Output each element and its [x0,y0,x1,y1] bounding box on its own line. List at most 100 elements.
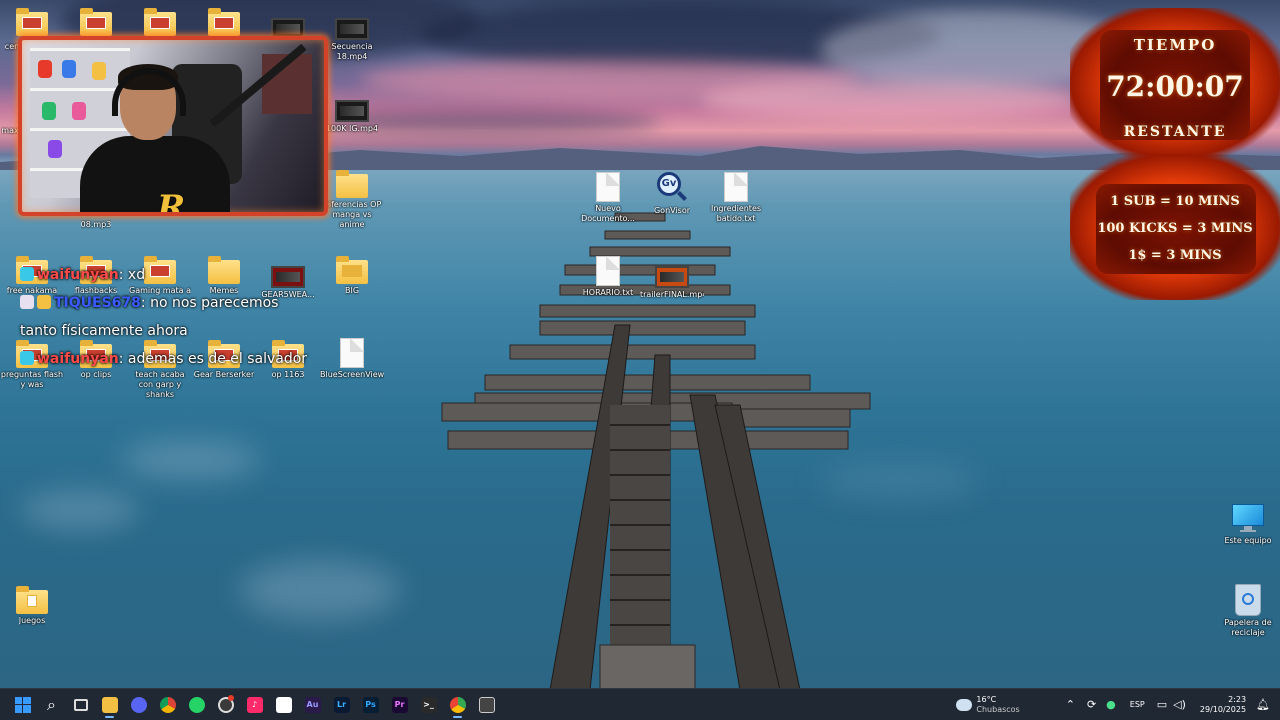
taskbar-app-obs[interactable] [211,691,240,719]
icon-label: Este equipo [1224,536,1272,545]
icon-label: 100K IG.mp4 [325,124,379,133]
desktop-icon-trailer[interactable]: trailerFINAL.mp4 [640,262,704,300]
photoshop-icon: Ps [362,696,379,713]
volume-icon[interactable]: ◁) [1173,698,1186,711]
monitor-icon [1232,504,1264,534]
windows-start-button[interactable] [8,691,37,719]
clock-time: 2:23 [1228,694,1247,704]
tiktok-icon: ♪ [246,696,263,713]
magnifier-icon: Gv [655,170,689,204]
weather-widget[interactable]: 16°C Chubascos [956,694,1020,715]
taskbar-app-lightroom[interactable]: Lr [327,691,356,719]
timer-subtitle: RESTANTE [1123,124,1227,140]
taskbar-app-chrome[interactable] [153,691,182,719]
language-indicator[interactable]: ESP [1130,700,1145,709]
streamer-logo: R [157,188,186,216]
sync-icon[interactable]: ⟳ [1087,698,1096,711]
chat-username: waifunyan [37,267,119,283]
audition-icon: Au [304,696,321,713]
rule-line: 100 KICKS = 3 MINS [1097,221,1253,236]
timer-title: TIEMPO [1133,36,1217,54]
premiere-icon: Pr [391,696,408,713]
taskbar-app-discord[interactable] [124,691,153,719]
icon-label: Ingredientes batido.txt [710,204,762,223]
taskbar-app-file-explorer[interactable] [95,691,124,719]
clock[interactable]: 2:23 29/10/2025 [1200,695,1246,715]
chevron-up-icon[interactable]: ⌃ [1066,698,1075,711]
chat-username: waifunyan [37,351,119,367]
taskbar-app-chrome-alt[interactable] [443,691,472,719]
recycle-bin-icon [1235,584,1261,616]
icon-label: GonVisor [653,206,691,215]
desktop-icon-diferencias[interactable]: Diferencias OP manga vs anime [320,170,384,230]
chat-text: : ademas es de el salvador [118,351,308,367]
desktop-icon-ingredientes[interactable]: Ingredientes batido.txt [704,172,768,224]
badge-icon [20,267,34,281]
taskbar-app-clipper[interactable] [472,691,501,719]
desktop-icon-juegos[interactable]: Juegos [0,586,64,626]
chat-text: tanto físicamente ahora [20,323,188,339]
chrome-icon [159,696,176,713]
chat-username: TIQUES678 [54,295,141,311]
icon-label: Diferencias OP manga vs anime [322,200,382,229]
capcut-icon [275,696,292,713]
task-view-button[interactable] [66,691,95,719]
desktop-icon-horario[interactable]: HORARIO.txt [576,256,640,298]
windows-logo-icon [14,696,31,713]
webcam-person [80,136,230,212]
desktop-icon-secuencia[interactable]: Secuencia 18.mp4 [320,14,384,62]
icon-label: Nuevo Documento... [581,204,635,223]
icon-label: BIG [344,286,360,295]
search-button[interactable]: ⌕ [37,691,66,719]
microphone-icon[interactable]: ● [1106,698,1116,711]
taskbar-app-whatsapp[interactable] [182,691,211,719]
chat-message: waifunyan: xd [20,266,330,284]
taskbar-app-photoshop[interactable]: Ps [356,691,385,719]
icon-label: 08.mp3 [80,220,112,229]
taskbar-app-audition[interactable]: Au [298,691,327,719]
desktop-icon-partial[interactable]: 08.mp3 [64,218,128,230]
chat-overlay: waifunyan: xd TIQUES678: no nos parecemo… [20,266,330,378]
chat-message: waifunyan: ademas es de el salvador [20,350,330,368]
rule-line: 1$ = 3 MINS [1128,248,1222,263]
weather-temp: 16°C [976,694,997,704]
chat-message: TIQUES678: no nos parecemos [20,294,330,312]
desktop-icon-folder[interactable] [64,8,128,36]
network-icon[interactable]: ▭ [1157,698,1167,711]
task-view-icon [73,698,88,711]
icon-label: Secuencia 18.mp4 [331,42,373,61]
badge-icon [37,295,51,309]
icon-label: Juegos [18,616,46,625]
timer-value: 72:00:07 [1106,70,1244,103]
desktop-icon-nuevo-documento[interactable]: Nuevo Documento... [576,172,640,224]
chat-message: tanto físicamente ahora [20,322,330,340]
discord-icon [130,696,147,713]
taskbar-app-premiere[interactable]: Pr [385,691,414,719]
taskbar: ⌕ ♪ Au Lr Ps Pr >_ 16°C Chubascos ⌃ ⟳ ● … [0,688,1280,720]
cloud-rain-icon [956,698,973,711]
chat-text: : no nos parecemos [140,295,279,311]
weather-desc: Chubascos [976,704,1020,714]
desktop-icon-folder[interactable] [0,8,64,36]
icon-label: Papelera de reciclaje [1224,618,1272,637]
chat-text: : xd [118,267,146,283]
icon-label: max [1,126,19,135]
desktop-icon-100k[interactable]: 100K IG.mp4 [320,96,384,134]
desktop-icon-folder[interactable] [128,8,192,36]
badge-icon [20,295,34,309]
desktop-icon-gonvisor[interactable]: Gv GonVisor [640,170,704,216]
whatsapp-icon [188,696,205,713]
desktop-icon-papelera[interactable]: Papelera de reciclaje [1216,584,1280,638]
folder-icon [101,696,118,713]
desktop-icon-este-equipo[interactable]: Este equipo [1216,504,1280,546]
taskbar-app-tiktok[interactable]: ♪ [240,691,269,719]
taskbar-app-capcut[interactable] [269,691,298,719]
search-icon: ⌕ [47,694,56,714]
taskbar-app-terminal[interactable]: >_ [414,691,443,719]
terminal-icon: >_ [420,696,437,713]
desktop-icon-folder[interactable] [192,8,256,36]
chrome-alt-icon [449,696,466,713]
clock-date: 29/10/2025 [1199,704,1247,714]
icon-label: HORARIO.txt [582,288,634,297]
notification-icon[interactable]: 🔔︎ [1256,698,1270,711]
